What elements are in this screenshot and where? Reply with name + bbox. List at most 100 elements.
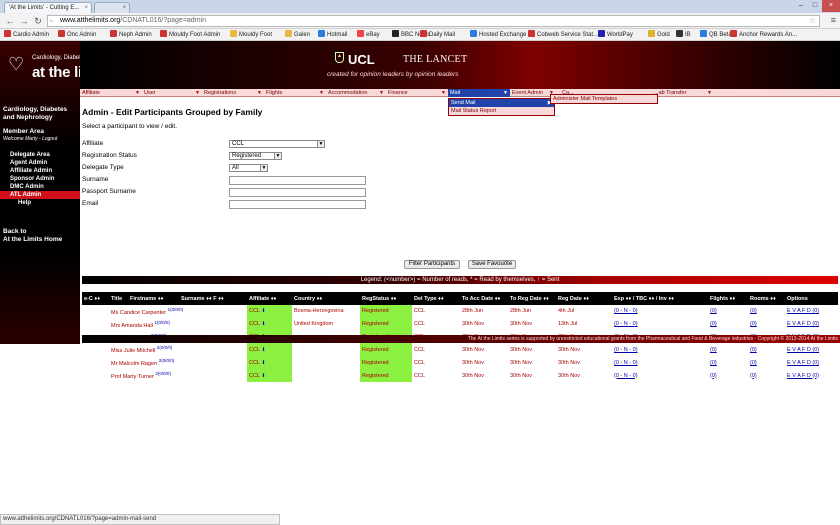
exp-tbc-inv-link[interactable]: (0 - N - 0) [612,369,708,382]
download-icon[interactable]: ⬇ [260,347,265,353]
email-input[interactable] [229,200,366,209]
rooms-link[interactable]: (0) [748,369,785,382]
sidebar-item-sponsor-admin[interactable]: Sponsor Admin [0,175,80,183]
menu-item-administer-mail-templates[interactable]: Administer Mail Templates [551,95,657,103]
rooms-link[interactable]: (0) [748,356,785,369]
column-header[interactable]: e-C ♦♦ [82,292,109,305]
bookmark-item[interactable]: QB Beta [700,30,732,40]
back-link-line1[interactable]: Back to [3,228,26,236]
flights-link[interactable]: (0) [708,343,748,356]
table-row[interactable]: Ms Candice Carpenter 1(0/0/0) CCL ⬇ Bosnia… [82,305,838,318]
options-links[interactable]: E V A F D (0) [785,305,838,318]
exp-tbc-inv-link[interactable]: (0 - N - 0) [612,305,708,318]
flights-link[interactable]: (0) [708,305,748,318]
sidebar-item-atl-admin[interactable]: ATL Admin [0,191,80,199]
affiliate-cell[interactable]: CCL ⬇ [247,356,292,370]
menu-registrations[interactable]: Registrations ▼ [202,89,264,97]
back-arrow-icon[interactable]: ← [4,15,16,27]
rooms-link[interactable]: (0) [748,318,785,331]
table-row[interactable]: Prof Marty Turner 2(0/0/0) CCL ⬇ Registere… [82,369,838,382]
menu-item-send-mail[interactable]: Send Mail▶ [449,99,554,107]
exp-tbc-inv-link[interactable]: (0 - N - 0) [612,318,708,331]
column-header[interactable]: Exp ♦♦ / TBC ♦♦ / Inv ♦♦ [612,292,708,305]
options-links[interactable]: E V A F D (0) [785,356,838,369]
participant-name[interactable]: Miss Julie Mitchell [111,348,155,354]
participant-name-cell[interactable]: Mrs Amanda Hall 1(0/0/0) [109,318,247,331]
tab-close-icon[interactable]: × [122,3,126,13]
welcome-logout-link[interactable]: Welcome Marty - Logout [3,136,57,144]
table-row[interactable]: Miss Julie Mitchell 2(0/0/0) CCL ⬇ Registe… [82,343,838,357]
affiliate-select[interactable]: CCL ▼ [229,140,325,148]
participant-name[interactable]: Mr Malcolm Ragen [111,361,157,367]
column-header[interactable]: Affiliate ♦♦ [247,292,292,305]
exp-tbc-inv-link[interactable]: (0 - N - 0) [612,343,708,356]
bookmark-item[interactable]: Mouldy Foot Admin [160,30,220,40]
affiliate-cell[interactable]: CCL ⬇ [247,343,292,357]
options-links[interactable]: E V A F D (0) [785,343,838,356]
menu-flights[interactable]: Flights ▼ [264,89,326,97]
column-header[interactable]: Rooms ♦♦ [748,292,785,305]
bookmark-item[interactable]: IB [676,30,691,40]
sidebar-item-affiliate-admin[interactable]: Affiliate Admin [0,167,80,175]
options-links[interactable]: E V A F D (0) [785,318,838,331]
sidebar-item-help[interactable]: Help [0,199,80,207]
participant-name-cell[interactable]: Miss Julie Mitchell 2(0/0/0) [109,343,247,356]
participant-name-cell[interactable]: Mr Malcolm Ragen 2(0/0/0) [109,356,247,369]
delegate-type-select[interactable]: All ▼ [229,164,268,172]
menu-finance[interactable]: Finance ▼ [386,89,448,97]
maximize-icon[interactable]: □ [808,0,822,12]
column-header[interactable]: Country ♦♦ [292,292,360,305]
column-header[interactable]: To Acc Date ♦♦ [460,292,508,305]
bookmark-item[interactable]: Galen [285,30,310,40]
column-header[interactable]: Del Type ♦♦ [412,292,460,305]
rooms-link[interactable]: (0) [748,305,785,318]
bookmark-item[interactable]: Neph Admin [110,30,152,40]
menu-transfer[interactable]: ...ab Transfer ▼ [652,89,714,97]
passport-surname-input[interactable] [229,188,366,197]
reload-icon[interactable]: ↻ [32,15,44,27]
table-row[interactable]: Mr Malcolm Ragen 2(0/0/0) CCL ⬇ Registered… [82,356,838,370]
save-favourite-button[interactable]: Save Favourite [468,260,516,269]
menu-mail[interactable]: Mail ▼ [448,89,510,97]
download-icon[interactable]: ⬇ [260,321,265,327]
rooms-link[interactable]: (0) [748,343,785,356]
tab-close-icon[interactable]: × [84,3,88,13]
bookmark-item[interactable]: Daily Mail [420,30,455,40]
browser-tab-inactive[interactable]: × [94,2,130,13]
download-icon[interactable]: ⬇ [260,373,265,379]
column-header[interactable]: To Reg Date ♦♦ [508,292,556,305]
participant-name[interactable]: Ms Candice Carpenter [111,310,166,316]
participant-name[interactable]: Mrs Amanda Hall [111,323,153,329]
participant-name-cell[interactable]: Prof Marty Turner 2(0/0/0) [109,369,247,382]
table-row[interactable]: Mrs Amanda Hall 1(0/0/0) CCL ⬇ United King… [82,317,838,331]
flights-link[interactable]: (0) [708,356,748,369]
bookmark-item[interactable]: eBay [357,30,380,40]
participant-name[interactable]: Prof Marty Turner [111,374,154,380]
back-link-line2[interactable]: At the Limits Home [3,236,62,244]
options-links[interactable]: E V A F D (0) [785,369,838,382]
affiliate-cell[interactable]: CCL ⬇ [247,305,292,318]
sidebar-item-agent-admin[interactable]: Agent Admin [0,159,80,167]
column-header[interactable]: Reg Date ♦♦ [556,292,612,305]
forward-arrow-icon[interactable]: → [18,15,30,27]
menu-affiliate[interactable]: Affiliate ▼ [80,89,142,97]
menu-user[interactable]: User ▼ [142,89,202,97]
bookmark-item[interactable]: Mouldy Foot [230,30,272,40]
flights-link[interactable]: (0) [708,318,748,331]
column-header[interactable]: Flights ♦♦ [708,292,748,305]
flights-link[interactable]: (0) [708,369,748,382]
bookmark-item[interactable]: Anchor Rewards An... [730,30,797,40]
minimize-icon[interactable]: – [794,0,808,12]
menu-accommodation[interactable]: Accommodation ▼ [326,89,386,97]
bookmark-item[interactable]: Onc Admin [58,30,96,40]
bookmark-item[interactable]: Cardio Admin [4,30,49,40]
bookmark-item[interactable]: WorldPay [598,30,633,40]
download-icon[interactable]: ⬇ [260,308,265,314]
bookmark-star-icon[interactable]: ☆ [809,16,816,26]
column-header[interactable]: Title [109,292,128,305]
sidebar-item-dmc-admin[interactable]: DMC Admin [0,183,80,191]
bookmark-item[interactable]: Gold [648,30,670,40]
column-header[interactable]: RegStatus ♦♦ [360,292,412,305]
reg-status-select[interactable]: Registered ▼ [229,152,282,160]
bookmark-item[interactable]: Cobweb Service Stat... [528,30,598,40]
